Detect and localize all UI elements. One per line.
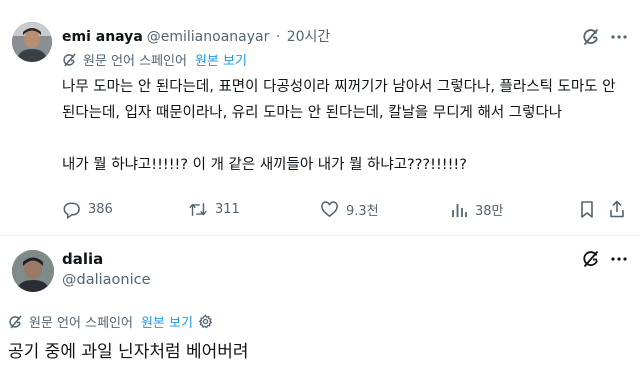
translation-notice: 원문 언어 스페인어 원본 보기 — [8, 312, 213, 331]
tweet-emi-anaya[interactable]: emi anaya @emilianoanayar · 20시간 원문 언어 스… — [0, 0, 640, 235]
translation-notice: 원문 언어 스페인어 원본 보기 — [62, 50, 247, 69]
bookmark-icon — [578, 200, 596, 219]
reply-button[interactable]: 386 — [62, 200, 113, 219]
handle[interactable]: @daliaonice — [62, 272, 151, 288]
views-button[interactable]: 38만 — [450, 200, 504, 219]
views-count: 38만 — [475, 204, 504, 219]
like-icon — [320, 200, 339, 219]
tweet-paragraph: 나무 도마는 안 된다는데, 표면이 다공성이라 찌꺼기가 남아서 그렇다나, … — [62, 79, 616, 121]
display-name[interactable]: dalia — [62, 250, 103, 268]
tweet-text: 공기 중에 과일 닌자처럼 베어버려 — [8, 342, 249, 362]
grok-icon[interactable] — [580, 248, 602, 270]
tweet-divider — [0, 235, 640, 236]
translate-icon — [8, 314, 24, 330]
bookmark-button[interactable] — [578, 200, 596, 219]
settings-icon[interactable] — [198, 314, 213, 329]
tweet-text: 나무 도마는 안 된다는데, 표면이 다공성이라 찌꺼기가 남아서 그렇다나, … — [62, 74, 627, 178]
reply-count: 386 — [88, 202, 113, 217]
views-icon — [450, 201, 468, 219]
timestamp[interactable]: 20시간 — [287, 29, 331, 45]
share-icon — [608, 200, 626, 219]
timeline: emi anaya @emilianoanayar · 20시간 원문 언어 스… — [0, 0, 640, 370]
translation-label: 원문 언어 스페인어 — [83, 54, 187, 69]
share-button[interactable] — [608, 200, 626, 219]
handle[interactable]: @emilianoanayar — [147, 29, 270, 45]
retweet-button[interactable]: 311 — [188, 200, 240, 219]
translation-label: 원문 언어 스페인어 — [29, 316, 133, 331]
author-row: emi anaya @emilianoanayar · 20시간 — [62, 26, 330, 46]
tweet-paragraph: 내가 뭘 하냐고!!!!!? 이 개 같은 새끼들아 내가 뭘 하냐고???!!… — [62, 157, 467, 173]
more-icon[interactable] — [608, 26, 630, 48]
retweet-count: 311 — [215, 202, 240, 217]
view-original-link[interactable]: 원본 보기 — [141, 312, 193, 331]
retweet-icon — [188, 200, 208, 219]
avatar[interactable] — [12, 250, 54, 292]
like-count: 9.3천 — [346, 204, 379, 219]
more-icon[interactable] — [608, 248, 630, 270]
like-button[interactable]: 9.3천 — [320, 200, 379, 219]
view-original-link[interactable]: 원본 보기 — [195, 50, 247, 69]
display-name[interactable]: emi anaya — [62, 29, 143, 45]
translate-icon — [62, 52, 78, 68]
avatar[interactable] — [12, 22, 52, 62]
grok-icon[interactable] — [580, 26, 602, 48]
action-bar: 386 311 9.3천 38만 — [62, 200, 632, 224]
reply-icon — [62, 200, 81, 219]
separator: · — [275, 29, 281, 45]
